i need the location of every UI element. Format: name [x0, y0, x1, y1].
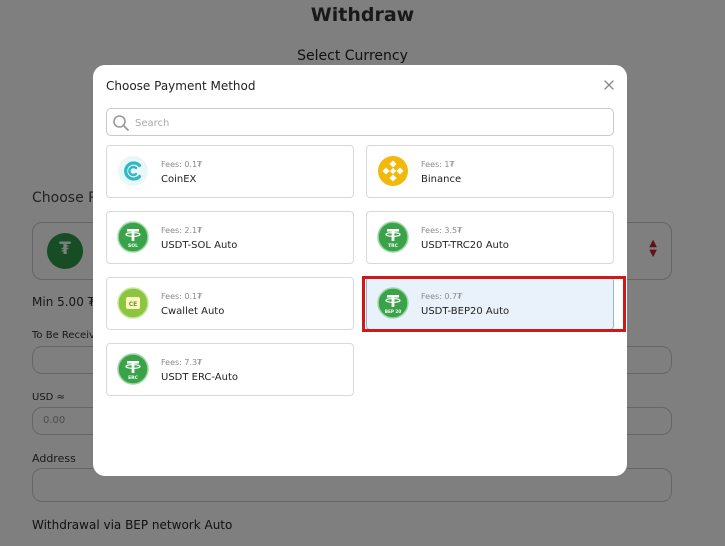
payment-method-usdt-trc20[interactable]: TRC Fees: 3.5₮ USDT-TRC20 Auto	[366, 211, 614, 264]
fees-text: Fees: 0.1₮	[161, 160, 203, 169]
payment-method-usdt-sol[interactable]: SOL Fees: 2.1₮ USDT-SOL Auto	[106, 211, 354, 264]
usdt-sol-icon: SOL	[117, 221, 149, 253]
method-name: CoinEX	[161, 174, 197, 185]
svg-text:ERC: ERC	[128, 375, 139, 381]
fees-text: Fees: 0.7₮	[421, 292, 463, 301]
search-input[interactable]	[135, 113, 605, 133]
payment-method-coinex[interactable]: Fees: 0.1₮ CoinEX	[106, 145, 354, 198]
binance-icon	[378, 156, 408, 186]
method-name: USDT-TRC20 Auto	[421, 240, 509, 251]
usdt-erc-icon: ERC	[117, 353, 149, 385]
coinex-icon	[118, 156, 148, 186]
payment-method-binance[interactable]: Fees: 1₮ Binance	[366, 145, 614, 198]
payment-method-usdt-bep20[interactable]: BEP 20 Fees: 0.7₮ USDT-BEP20 Auto	[366, 277, 614, 330]
svg-text:SOL: SOL	[128, 243, 138, 249]
method-name: USDT-BEP20 Auto	[421, 306, 510, 317]
search-box	[106, 108, 614, 136]
svg-text:TRC: TRC	[388, 243, 399, 249]
fees-text: Fees: 7.3₮	[161, 358, 203, 367]
close-icon[interactable]	[601, 77, 617, 93]
fees-text: Fees: 0.1₮	[161, 292, 203, 301]
method-name: USDT-SOL Auto	[161, 240, 238, 251]
payment-method-cwallet[interactable]: CE Fees: 0.1₮ Cwallet Auto	[106, 277, 354, 330]
method-name: Cwallet Auto	[161, 306, 225, 317]
method-name: USDT ERC-Auto	[161, 372, 239, 383]
search-icon	[113, 115, 129, 131]
fees-text: Fees: 1₮	[421, 160, 455, 169]
usdt-trc20-icon: TRC	[377, 221, 409, 253]
fees-text: Fees: 2.1₮	[161, 226, 203, 235]
fees-text: Fees: 3.5₮	[421, 226, 463, 235]
cwallet-icon: CE	[117, 287, 149, 319]
payment-method-modal: Choose Payment Method Fees: 0.1₮ CoinEX	[93, 65, 627, 476]
payment-method-usdt-erc[interactable]: ERC Fees: 7.3₮ USDT ERC-Auto	[106, 343, 354, 396]
svg-text:CE: CE	[129, 301, 138, 308]
usdt-bep20-icon: BEP 20	[377, 287, 409, 319]
method-name: Binance	[421, 174, 462, 185]
modal-title: Choose Payment Method	[106, 79, 256, 93]
svg-text:BEP 20: BEP 20	[385, 309, 401, 314]
